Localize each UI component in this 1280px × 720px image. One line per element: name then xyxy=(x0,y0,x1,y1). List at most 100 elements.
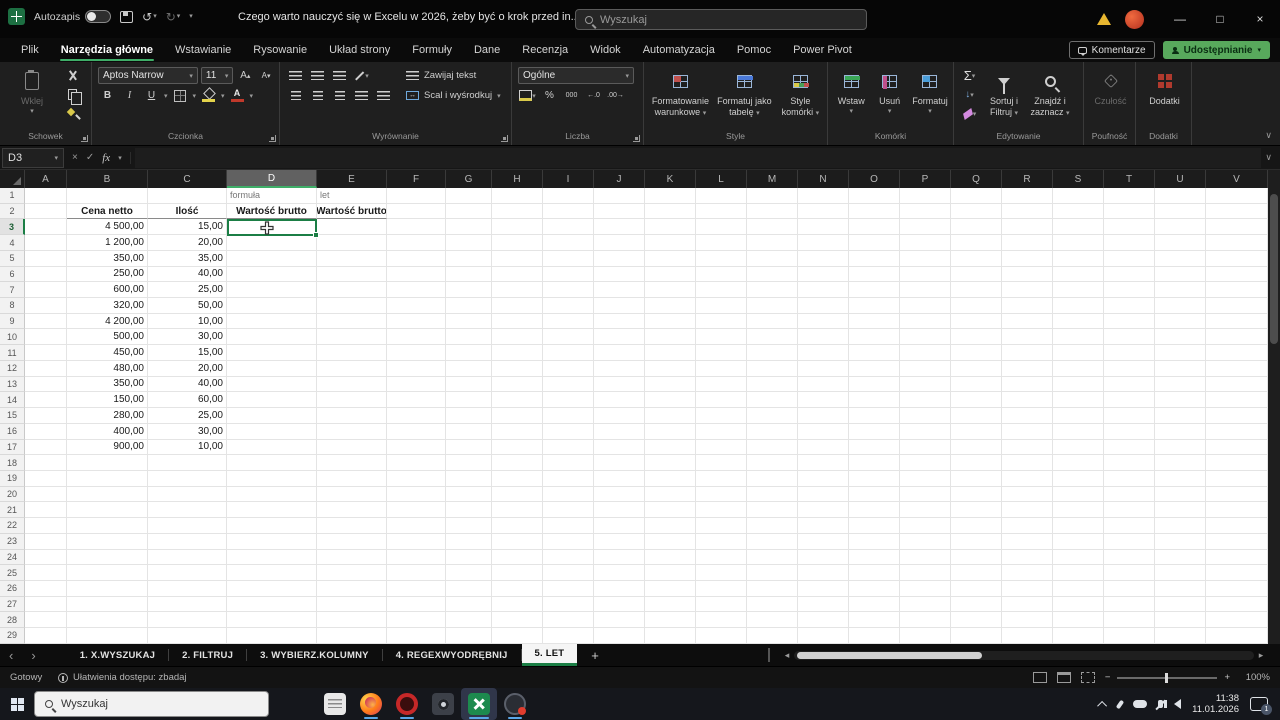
cell-S11[interactable] xyxy=(1053,345,1104,361)
cell-Q18[interactable] xyxy=(951,455,1002,471)
cell-G23[interactable] xyxy=(446,534,492,550)
cell-O16[interactable] xyxy=(849,424,900,440)
cell-L24[interactable] xyxy=(696,550,747,566)
cell-H24[interactable] xyxy=(492,550,543,566)
add-sheet-button[interactable]: + xyxy=(577,648,613,663)
cell-Q2[interactable] xyxy=(951,204,1002,220)
cell-A21[interactable] xyxy=(25,502,67,518)
cell-Q20[interactable] xyxy=(951,487,1002,503)
cell-N17[interactable] xyxy=(798,440,849,456)
cell-G8[interactable] xyxy=(446,298,492,314)
cell-L18[interactable] xyxy=(696,455,747,471)
taskbar-app-recorder[interactable] xyxy=(497,688,533,720)
notification-center-icon[interactable]: 1 xyxy=(1250,697,1268,711)
cell-A15[interactable] xyxy=(25,408,67,424)
cell-M25[interactable] xyxy=(747,565,798,581)
cell-S9[interactable] xyxy=(1053,314,1104,330)
cell-C1[interactable] xyxy=(148,188,227,204)
ribbon-tab-pomoc[interactable]: Pomoc xyxy=(726,38,782,62)
cell-F27[interactable] xyxy=(387,597,446,613)
cell-O27[interactable] xyxy=(849,597,900,613)
cell-V5[interactable] xyxy=(1206,251,1268,267)
customize-qat-button[interactable]: ▾ xyxy=(189,11,193,23)
cell-C25[interactable] xyxy=(148,565,227,581)
cell-N16[interactable] xyxy=(798,424,849,440)
cell-B8[interactable]: 320,00 xyxy=(67,298,148,314)
cell-Q23[interactable] xyxy=(951,534,1002,550)
cell-R20[interactable] xyxy=(1002,487,1053,503)
cell-K2[interactable] xyxy=(645,204,696,220)
cell-T23[interactable] xyxy=(1104,534,1155,550)
currency-format-button[interactable]: ▾ xyxy=(518,87,537,104)
cell-R3[interactable] xyxy=(1002,219,1053,235)
cell-K7[interactable] xyxy=(645,282,696,298)
cell-J15[interactable] xyxy=(594,408,645,424)
taskbar-app-camera[interactable] xyxy=(425,688,461,720)
cell-P15[interactable] xyxy=(900,408,951,424)
cell-L5[interactable] xyxy=(696,251,747,267)
row-header-26[interactable]: 26 xyxy=(0,581,25,597)
cell-R21[interactable] xyxy=(1002,502,1053,518)
taskbar-app-file-explorer[interactable] xyxy=(281,688,317,720)
column-header-V[interactable]: V xyxy=(1206,170,1268,188)
cell-J4[interactable] xyxy=(594,235,645,251)
cell-N29[interactable] xyxy=(798,628,849,644)
cell-T1[interactable] xyxy=(1104,188,1155,204)
cell-A20[interactable] xyxy=(25,487,67,503)
cell-P27[interactable] xyxy=(900,597,951,613)
cell-V18[interactable] xyxy=(1206,455,1268,471)
cell-L11[interactable] xyxy=(696,345,747,361)
cell-U2[interactable] xyxy=(1155,204,1206,220)
font-size-combo[interactable]: 11▾ xyxy=(201,67,233,84)
cell-Q12[interactable] xyxy=(951,361,1002,377)
cell-S12[interactable] xyxy=(1053,361,1104,377)
cell-G15[interactable] xyxy=(446,408,492,424)
cell-H28[interactable] xyxy=(492,612,543,628)
fill-button[interactable]: ↓▾ xyxy=(960,86,979,103)
cell-H11[interactable] xyxy=(492,345,543,361)
cell-O5[interactable] xyxy=(849,251,900,267)
cell-I18[interactable] xyxy=(543,455,594,471)
cell-P24[interactable] xyxy=(900,550,951,566)
cell-N26[interactable] xyxy=(798,581,849,597)
cell-G17[interactable] xyxy=(446,440,492,456)
column-header-M[interactable]: M xyxy=(747,170,798,188)
cell-S21[interactable] xyxy=(1053,502,1104,518)
taskbar-clock[interactable]: 11:38 11.01.2026 xyxy=(1192,693,1239,715)
font-name-combo[interactable]: Aptos Narrow▾ xyxy=(98,67,198,84)
close-button[interactable]: × xyxy=(1240,0,1280,38)
cell-A29[interactable] xyxy=(25,628,67,644)
cell-S6[interactable] xyxy=(1053,267,1104,283)
cell-V15[interactable] xyxy=(1206,408,1268,424)
cell-E4[interactable] xyxy=(317,235,387,251)
cell-U28[interactable] xyxy=(1155,612,1206,628)
cell-E19[interactable] xyxy=(317,471,387,487)
cell-L9[interactable] xyxy=(696,314,747,330)
cell-J8[interactable] xyxy=(594,298,645,314)
cell-K10[interactable] xyxy=(645,329,696,345)
row-header-14[interactable]: 14 xyxy=(0,392,25,408)
cell-S23[interactable] xyxy=(1053,534,1104,550)
cell-A12[interactable] xyxy=(25,361,67,377)
cell-L23[interactable] xyxy=(696,534,747,550)
number-dialog-launcher-icon[interactable] xyxy=(633,135,640,142)
cell-E1[interactable]: let xyxy=(317,188,387,204)
cell-C3[interactable]: 15,00 xyxy=(148,219,227,235)
cell-C22[interactable] xyxy=(148,518,227,534)
cell-V7[interactable] xyxy=(1206,282,1268,298)
cell-R25[interactable] xyxy=(1002,565,1053,581)
cell-G21[interactable] xyxy=(446,502,492,518)
cell-A16[interactable] xyxy=(25,424,67,440)
cell-Q19[interactable] xyxy=(951,471,1002,487)
cell-E28[interactable] xyxy=(317,612,387,628)
cell-F4[interactable] xyxy=(387,235,446,251)
cell-S19[interactable] xyxy=(1053,471,1104,487)
row-header-22[interactable]: 22 xyxy=(0,518,25,534)
cell-B18[interactable] xyxy=(67,455,148,471)
cell-T18[interactable] xyxy=(1104,455,1155,471)
comments-button[interactable]: Komentarze xyxy=(1069,41,1155,59)
cell-G25[interactable] xyxy=(446,565,492,581)
maximize-button[interactable]: □ xyxy=(1200,0,1240,38)
row-header-19[interactable]: 19 xyxy=(0,471,25,487)
cell-J22[interactable] xyxy=(594,518,645,534)
